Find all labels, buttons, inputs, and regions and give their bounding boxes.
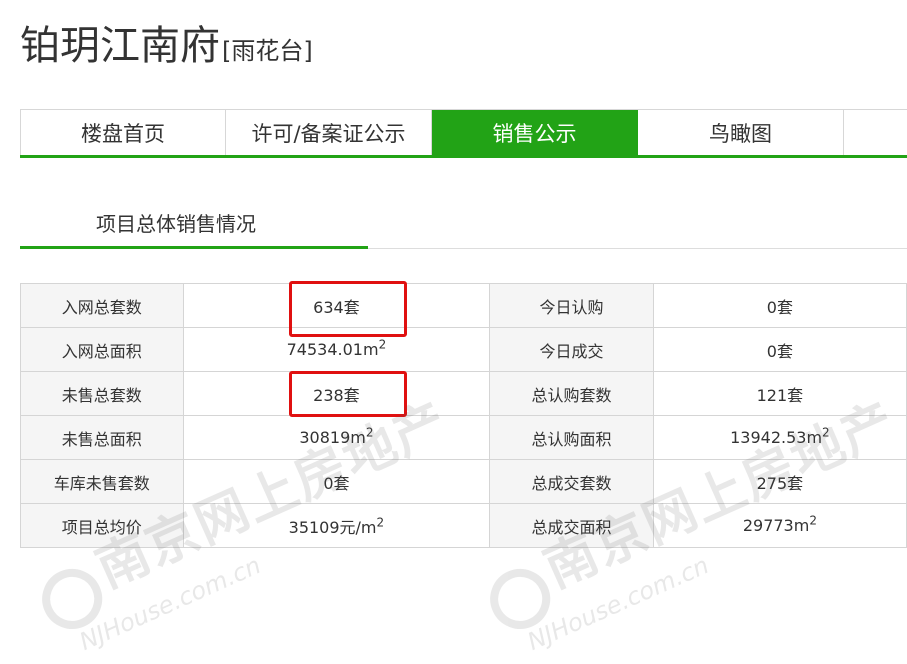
table-row: 项目总均价 35109元/m2 总成交面积 29773m2 [20, 503, 907, 548]
label-today-subscribed: 今日认购 [489, 283, 654, 328]
label-total-units: 入网总套数 [20, 283, 184, 328]
highlight-total-units [289, 281, 407, 337]
label-total-area: 入网总面积 [20, 327, 184, 372]
page-title: 铂玥江南府[雨花台] [20, 26, 313, 66]
nav-tabs: 楼盘首页 许可/备案证公示 销售公示 鸟瞰图 [20, 109, 907, 158]
tab-permits[interactable]: 许可/备案证公示 [226, 110, 432, 155]
label-garage-unsold: 车库未售套数 [20, 459, 184, 504]
value-garage-unsold: 0套 [182, 459, 491, 504]
value-today-subscribed: 0套 [652, 283, 907, 328]
table-row: 入网总套数 634套 今日认购 0套 [20, 283, 907, 328]
project-name: 铂玥江南府 [20, 23, 220, 69]
watermark-logo-icon [480, 558, 560, 639]
label-unsold-units: 未售总套数 [20, 371, 184, 416]
value-average-price: 35109元/m2 [182, 503, 491, 548]
value-total-subscribed-units: 121套 [652, 371, 907, 416]
sales-stats-table: 入网总套数 634套 今日认购 0套 入网总面积 74534.01m2 今日成交… [20, 283, 907, 548]
tab-filler [844, 110, 907, 155]
value-total-sold-area: 29773m2 [652, 503, 907, 548]
table-row: 未售总面积 30819m2 总认购面积 13942.53m2 [20, 415, 907, 460]
highlight-unsold-units [289, 371, 407, 417]
table-row: 车库未售套数 0套 总成交套数 275套 [20, 459, 907, 504]
label-total-subscribed-units: 总认购套数 [489, 371, 654, 416]
table-row: 入网总面积 74534.01m2 今日成交 0套 [20, 327, 907, 372]
tab-aerial[interactable]: 鸟瞰图 [638, 110, 844, 155]
tab-home[interactable]: 楼盘首页 [20, 110, 226, 155]
label-total-sold-units: 总成交套数 [489, 459, 654, 504]
label-total-sold-area: 总成交面积 [489, 503, 654, 548]
value-today-sold: 0套 [652, 327, 907, 372]
district-label: [雨花台] [222, 37, 313, 65]
section-title: 项目总体销售情况 [96, 212, 256, 236]
watermark-logo-icon [32, 558, 112, 639]
label-total-subscribed-area: 总认购面积 [489, 415, 654, 460]
label-average-price: 项目总均价 [20, 503, 184, 548]
table-row: 未售总套数 238套 总认购套数 121套 [20, 371, 907, 416]
value-unsold-area: 30819m2 [182, 415, 491, 460]
tab-sales[interactable]: 销售公示 [432, 110, 638, 155]
label-unsold-area: 未售总面积 [20, 415, 184, 460]
value-total-sold-units: 275套 [652, 459, 907, 504]
section-underline [20, 246, 368, 249]
label-today-sold: 今日成交 [489, 327, 654, 372]
value-total-subscribed-area: 13942.53m2 [652, 415, 907, 460]
